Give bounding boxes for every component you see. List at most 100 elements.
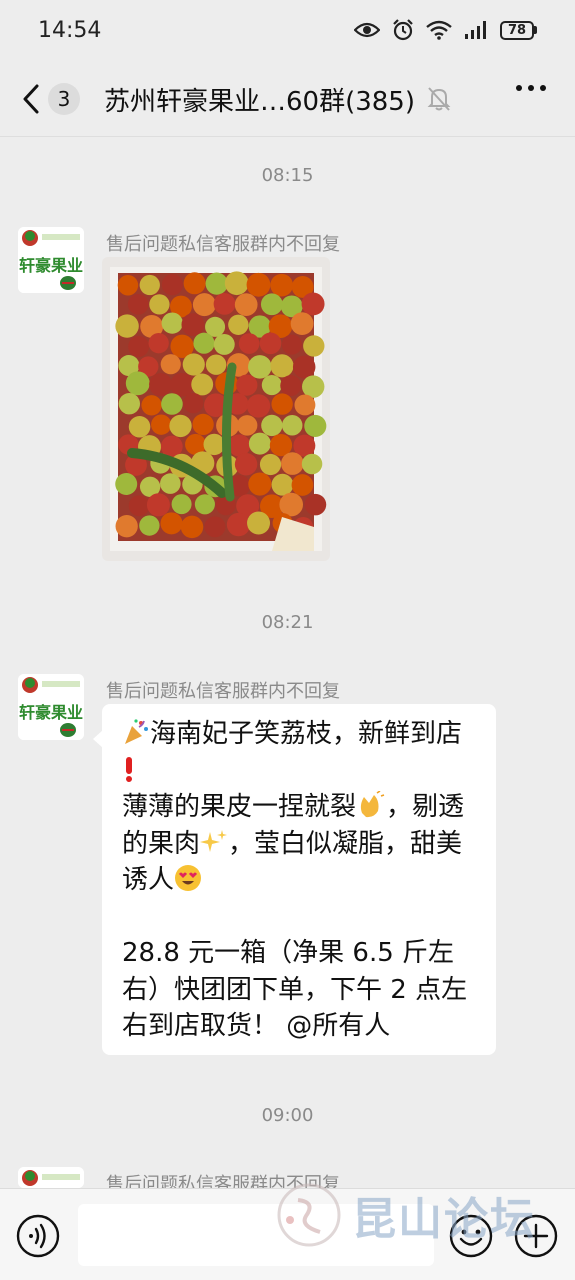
lychee-fruit: [259, 332, 282, 355]
lychee-fruit: [270, 354, 294, 378]
lychee-fruit: [247, 511, 271, 535]
lychee-fruit: [203, 433, 225, 456]
lychee-fruit: [248, 472, 272, 496]
message-input[interactable]: [78, 1204, 434, 1266]
avatar[interactable]: [18, 1167, 84, 1188]
lychee-fruit: [238, 333, 260, 354]
chat-header: 3 苏州轩豪果业…60群(385): [0, 62, 575, 136]
lychee-fruit: [224, 271, 249, 296]
lychee-fruit: [161, 393, 183, 415]
lychee-fruit: [205, 272, 228, 295]
exclamation-icon: [126, 756, 132, 782]
avatar[interactable]: 轩豪果业: [18, 674, 84, 740]
lychee-fruit: [281, 415, 303, 436]
battery-icon: 78: [500, 20, 537, 40]
avatar-text: 轩豪果业: [19, 703, 83, 722]
lychee-fruit: [259, 453, 282, 476]
header-divider: [0, 136, 575, 137]
message-line-2: 薄薄的果皮一捏就裂: [122, 792, 357, 822]
lychee-fruit: [246, 394, 271, 418]
lychee-fruit: [192, 413, 214, 436]
voice-icon[interactable]: [16, 1214, 60, 1258]
lychee-fruit: [204, 516, 226, 538]
lychee-fruit: [246, 272, 271, 297]
lychee-fruit: [128, 416, 151, 438]
lychee-fruit: [292, 355, 316, 379]
battery-level: 78: [500, 20, 534, 40]
lychee-fruit: [279, 492, 304, 517]
message-paragraph-3: 28.8 元一箱（净果 6.5 斤左右）快团团下单，下午 2 点左右到店取货！ …: [122, 938, 468, 1041]
lychee-fruit: [128, 495, 150, 517]
lychee-fruit: [294, 394, 316, 416]
unread-count-badge: 3: [48, 83, 80, 115]
avatar-logo: [18, 1167, 84, 1188]
lychee-fruit: [304, 414, 327, 438]
party-popper-icon: [125, 719, 148, 744]
plus-icon[interactable]: [514, 1214, 558, 1258]
lychee-fruit: [304, 493, 327, 516]
message-paragraph-2: 薄薄的果皮一捏就裂 ，剔透的果肉 ，莹白似凝脂，甜美诱人: [122, 789, 478, 899]
avatar[interactable]: 轩豪果业: [18, 227, 84, 293]
back-button[interactable]: 3: [20, 83, 80, 115]
avatar-logo: 轩豪果业: [18, 227, 84, 293]
lychee-fruit: [160, 473, 181, 494]
lychee-fruit: [148, 332, 169, 354]
lychee-fruit: [170, 373, 194, 397]
lychee-fruit: [151, 414, 172, 435]
lychee-fruit: [236, 415, 258, 436]
chat-title[interactable]: 苏州轩豪果业…60群(385): [104, 81, 415, 118]
avatar-text: 轩豪果业: [19, 256, 83, 275]
lychee-fruit: [303, 335, 325, 357]
status-icons: 78: [354, 19, 537, 41]
clapping-hands-icon: [360, 791, 385, 818]
eye-icon: [354, 22, 380, 38]
lychee-fruit: [161, 312, 183, 334]
lychee-fruit: [270, 273, 294, 297]
lychee-fruit: [182, 353, 205, 376]
message-paragraph-1: 海南妃子笑荔枝，新鲜到店: [122, 716, 478, 789]
heart-eyes-icon: [175, 865, 202, 891]
lychee-fruit: [183, 392, 204, 414]
lychee-fruit: [261, 414, 283, 437]
lychee-fruit: [169, 414, 192, 438]
signal-icon: [465, 21, 486, 39]
lychee-fruit: [139, 515, 160, 536]
mute-bell-icon: [427, 87, 451, 111]
message-bubble[interactable]: 海南妃子笑荔枝，新鲜到店 薄薄的果皮一捏就裂 ，剔透的果肉 ，莹白似凝脂，甜美诱…: [93, 704, 496, 1055]
timestamp: 08:21: [261, 612, 314, 633]
more-icon[interactable]: [515, 84, 547, 92]
lychee-fruit: [171, 494, 192, 515]
lychee-fruit: [193, 332, 215, 354]
lychee-fruit: [248, 432, 271, 455]
lychee-fruit: [291, 474, 314, 496]
message-line-1: 海南妃子笑荔枝，新鲜到店: [150, 719, 463, 749]
lychee-fruit: [213, 292, 236, 315]
lychee-box-image[interactable]: [102, 257, 330, 561]
back-icon[interactable]: [20, 83, 42, 115]
lychee-fruit: [115, 515, 138, 538]
lychee-fruit: [261, 374, 282, 396]
sender-name: 售后问题私信客服群内不回复: [106, 681, 340, 702]
lychee-fruit: [213, 333, 235, 355]
status-bar: 14:54 78: [0, 0, 575, 60]
sender-name: 售后问题私信客服群内不回复: [106, 234, 340, 255]
lychee-fruit: [180, 515, 204, 539]
avatar-logo: 轩豪果业: [18, 674, 84, 740]
lychee-fruit: [301, 292, 325, 316]
lychee-fruit: [149, 294, 170, 315]
lychee-fruit: [260, 293, 283, 316]
emoji-icon[interactable]: [449, 1214, 493, 1258]
lychee-fruit: [161, 274, 183, 296]
lychee-fruit: [149, 373, 173, 397]
lychee-fruit: [226, 512, 251, 537]
lychee-fruit: [234, 293, 258, 317]
lychee-fruit: [118, 393, 141, 415]
lychee-fruit: [115, 314, 139, 338]
lychee-fruit: [115, 473, 138, 496]
lychee-photo[interactable]: [102, 257, 330, 561]
lychee-fruit: [205, 354, 227, 375]
lychee-fruit: [301, 453, 323, 475]
input-bar: [0, 1188, 575, 1280]
message-blank-line: [122, 899, 478, 936]
lychee-fruit: [146, 493, 170, 517]
